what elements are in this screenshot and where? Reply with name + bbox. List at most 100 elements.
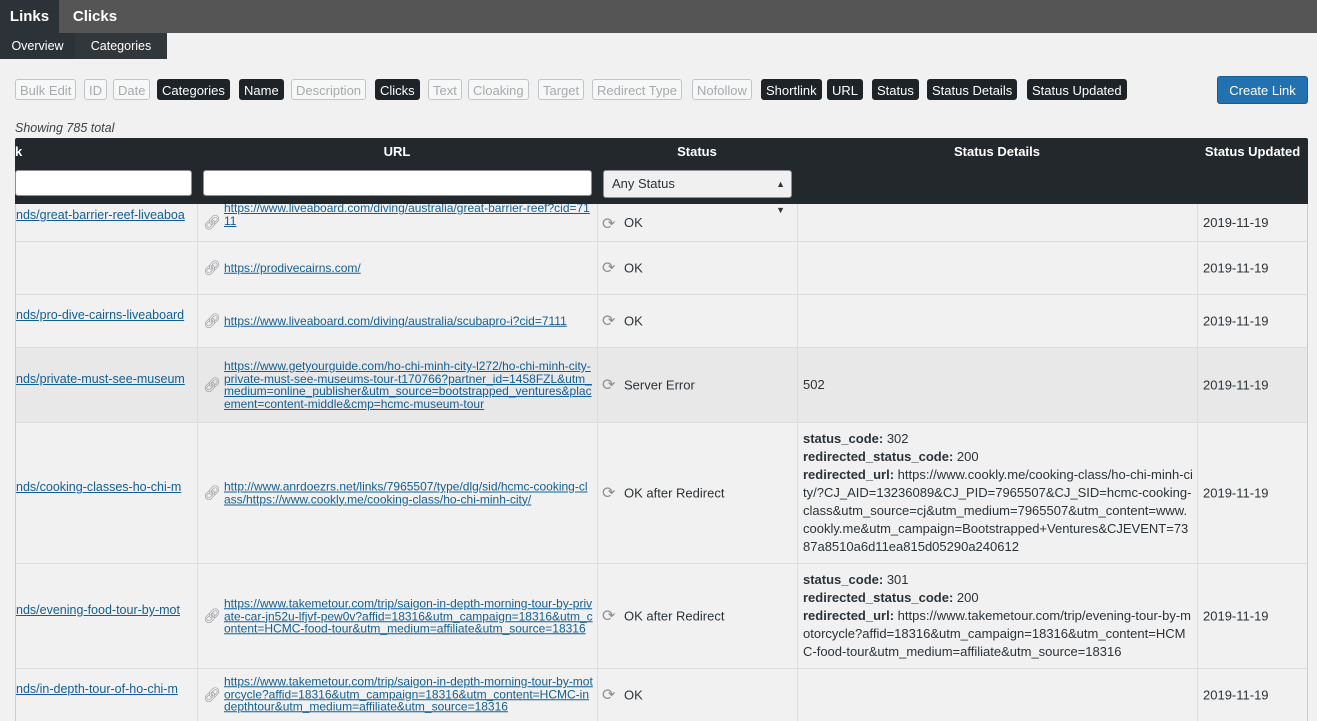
url-cell: 🔗︎ https://www.getyourguide.com/ho-chi-mi… [198, 348, 598, 422]
link-icon: 🔗︎ [203, 607, 221, 624]
url-link[interactable]: https://www.takemetour.com/trip/saigon-i… [224, 675, 594, 713]
tab-links[interactable]: Links [0, 0, 59, 33]
header-url[interactable]: URL [197, 144, 597, 159]
redirected-status-label: redirected_status_code: [803, 449, 954, 464]
subtab-categories[interactable]: Categories [75, 33, 167, 59]
toggle-target[interactable]: Target [538, 79, 585, 100]
details-cell [798, 669, 1198, 721]
link-icon: 🔗︎ [203, 376, 221, 393]
status-text: OK after Redirect [624, 608, 725, 624]
toggle-redirect-type[interactable]: Redirect Type [592, 79, 682, 100]
details-cell: status_code: 302 redirected_status_code:… [798, 423, 1198, 563]
toggle-date[interactable]: Date [113, 79, 151, 100]
toggle-url[interactable]: URL [827, 79, 864, 100]
url-link[interactable]: https://www.liveaboard.com/diving/austra… [224, 204, 594, 227]
url-link[interactable]: http://www.anrdoezrs.net/links/7965507/t… [224, 480, 594, 506]
status-cell: ⟳ OK [598, 669, 798, 721]
refresh-icon[interactable]: ⟳ [602, 375, 615, 395]
table-header: k URL Status Status Details Status Updat… [15, 138, 1308, 215]
shortlink-filter-input[interactable] [15, 170, 192, 196]
status-updated-date: 2019-11-19 [1203, 215, 1269, 230]
shortlink-link[interactable]: nds/great-barrier-reef-liveaboa [16, 208, 198, 222]
shortlink-link[interactable]: nds/in-depth-tour-of-ho-chi-m [16, 682, 198, 696]
refresh-icon[interactable]: ⟳ [602, 258, 615, 278]
toggle-status-updated[interactable]: Status Updated [1027, 79, 1127, 100]
subtab-overview[interactable]: Overview [0, 33, 75, 59]
refresh-icon[interactable]: ⟳ [602, 685, 615, 705]
toggle-categories[interactable]: Categories [157, 79, 230, 100]
header-status-updated[interactable]: Status Updated [1197, 144, 1308, 159]
link-icon: 🔗︎ [203, 259, 221, 276]
shortlink-cell: nds/in-depth-tour-of-ho-chi-m [16, 669, 198, 721]
header-status[interactable]: Status [597, 144, 797, 159]
status-cell: ⟳ OK [598, 295, 798, 347]
create-link-button[interactable]: Create Link [1217, 76, 1308, 104]
redirected-status-label: redirected_status_code: [803, 590, 954, 605]
refresh-icon[interactable]: ⟳ [602, 606, 615, 626]
shortlink-cell: nds/pro-dive-cairns-liveaboard [16, 295, 198, 347]
redirected-status-value: 200 [956, 590, 979, 605]
updated-cell: 2019-11-19 [1198, 242, 1307, 294]
table-row: nds/in-depth-tour-of-ho-chi-m 🔗︎ https://… [16, 669, 1307, 721]
table-row: nds/great-barrier-reef-liveaboa 🔗︎ https:… [16, 204, 1307, 242]
refresh-icon[interactable]: ⟳ [602, 214, 615, 234]
link-icon: 🔗︎ [203, 686, 221, 703]
toggle-status-details[interactable]: Status Details [927, 79, 1018, 100]
status-cell: ⟳ OK [598, 204, 798, 241]
status-code-value: 302 [886, 431, 909, 446]
status-text: OK after Redirect [624, 485, 725, 501]
status-cell: ⟳ OK after Redirect [598, 564, 798, 668]
toggle-shortlink[interactable]: Shortlink [761, 79, 822, 100]
shortlink-link[interactable]: nds/private-must-see-museum [16, 372, 198, 386]
updated-cell: 2019-11-19 [1198, 204, 1307, 241]
shortlink-cell: nds/cooking-classes-ho-chi-m [16, 423, 198, 563]
updated-cell: 2019-11-19 [1198, 348, 1307, 422]
toggle-clicks[interactable]: Clicks [375, 79, 420, 100]
total-count: Showing 785 total [15, 121, 115, 135]
toggle-name[interactable]: Name [239, 79, 284, 100]
status-filter-value: Any Status [612, 176, 675, 191]
status-cell: ⟳ OK [598, 242, 798, 294]
toggle-status[interactable]: Status [872, 79, 919, 100]
updated-cell: 2019-11-19 [1198, 669, 1307, 721]
url-filter-input[interactable] [203, 170, 592, 196]
status-details-text: status_code: 301 redirected_status_code:… [803, 571, 1193, 661]
shortlink-cell: nds/evening-food-tour-by-mot [16, 564, 198, 668]
toggle-cloaking[interactable]: Cloaking [468, 79, 529, 100]
url-link[interactable]: https://www.getyourguide.com/ho-chi-minh… [224, 360, 594, 410]
status-filter-select[interactable]: Any Status ▲ ▼ [603, 170, 792, 215]
refresh-icon[interactable]: ⟳ [602, 483, 615, 503]
toggle-text[interactable]: Text [428, 79, 462, 100]
toggle-id[interactable]: ID [84, 79, 107, 100]
refresh-icon[interactable]: ⟳ [602, 311, 615, 331]
url-link[interactable]: https://www.takemetour.com/trip/saigon-i… [224, 597, 594, 635]
sub-navigation: Overview Categories [0, 33, 1317, 59]
link-icon: 🔗︎ [203, 214, 221, 230]
url-link[interactable]: https://prodivecairns.com/ [224, 262, 594, 275]
status-updated-date: 2019-11-19 [1203, 687, 1269, 703]
url-link[interactable]: https://www.liveaboard.com/diving/austra… [224, 315, 594, 328]
link-icon: 🔗︎ [203, 312, 221, 329]
url-cell: 🔗︎ https://www.liveaboard.com/diving/aust… [198, 204, 598, 241]
url-cell: 🔗︎ https://www.takemetour.com/trip/saigon… [198, 669, 598, 721]
shortlink-link[interactable]: nds/cooking-classes-ho-chi-m [16, 480, 198, 494]
updated-cell: 2019-11-19 [1198, 423, 1307, 563]
tab-clicks[interactable]: Clicks [59, 0, 131, 33]
shortlink-link[interactable]: nds/evening-food-tour-by-mot [16, 603, 198, 617]
table-row: 🔗︎ https://prodivecairns.com/ ⟳ OK 2019-11… [16, 242, 1307, 295]
details-cell [798, 295, 1198, 347]
header-status-details[interactable]: Status Details [797, 144, 1197, 159]
shortlink-link[interactable]: nds/pro-dive-cairns-liveaboard [16, 308, 198, 322]
toggle-description[interactable]: Description [291, 79, 367, 100]
toggle-bulk-edit[interactable]: Bulk Edit [15, 79, 77, 100]
details-cell: 502 [798, 348, 1198, 422]
shortlink-cell: nds/private-must-see-museum [16, 348, 198, 422]
toggle-nofollow[interactable]: Nofollow [692, 79, 752, 100]
status-text: OK [624, 215, 643, 230]
details-cell: status_code: 301 redirected_status_code:… [798, 564, 1198, 668]
updated-cell: 2019-11-19 [1198, 564, 1307, 668]
table-row: nds/private-must-see-museum 🔗︎ https://ww… [16, 348, 1307, 423]
status-updated-date: 2019-11-19 [1203, 313, 1269, 329]
details-cell [798, 204, 1198, 241]
header-shortlink[interactable]: k [15, 144, 23, 159]
